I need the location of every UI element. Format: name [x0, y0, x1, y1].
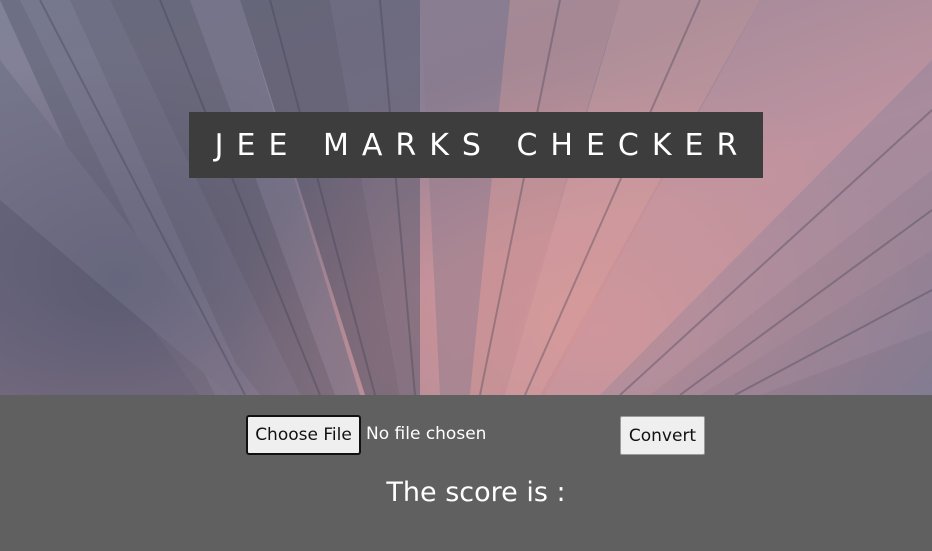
choose-file-button[interactable]: Choose File	[246, 415, 361, 455]
page: JEE MARKS CHECKER Choose File No file ch…	[0, 0, 932, 551]
page-title: JEE MARKS CHECKER	[214, 127, 751, 163]
file-status-text: No file chosen	[366, 424, 487, 444]
score-label: The score is :	[386, 477, 566, 508]
convert-button[interactable]: Convert	[620, 416, 705, 455]
hero-banner: JEE MARKS CHECKER	[0, 0, 932, 395]
title-banner: JEE MARKS CHECKER	[189, 112, 763, 178]
open-book-pages-image	[0, 0, 932, 395]
